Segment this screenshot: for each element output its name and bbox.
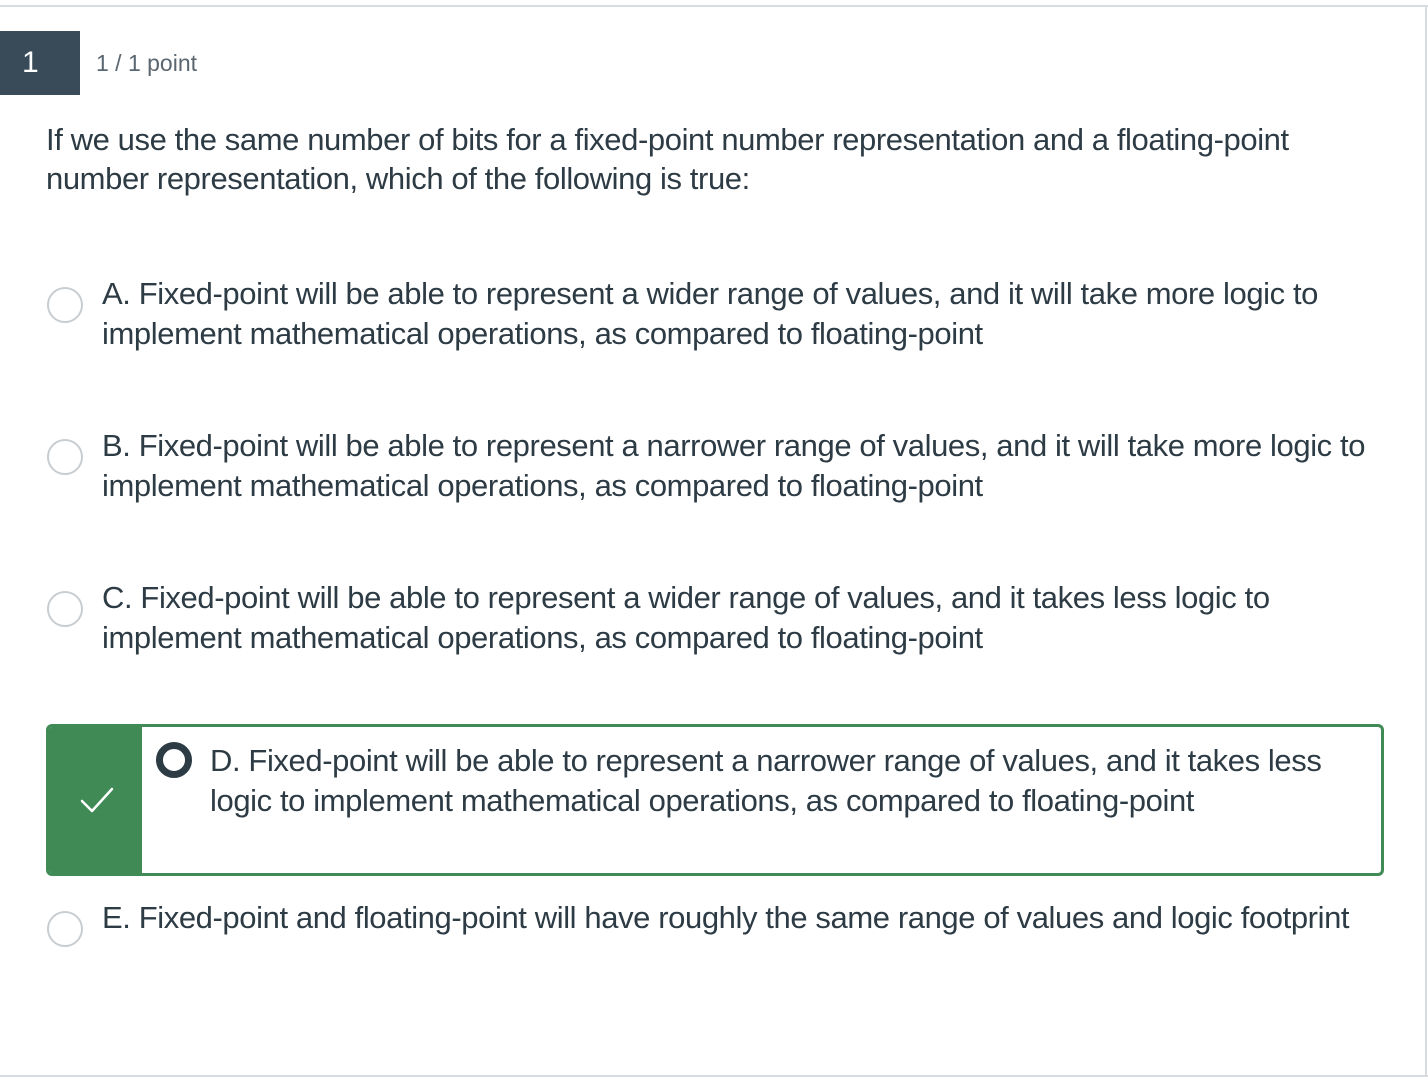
answer-label-b: B. Fixed-point will be able to represent… [102,428,1366,503]
question-number: 1 [0,31,80,95]
top-divider [0,5,1428,7]
answer-label-c: C. Fixed-point will be able to represent… [102,580,1270,655]
radio-option-b[interactable] [47,439,83,475]
radio-option-c[interactable] [47,591,83,627]
check-icon [80,787,114,813]
answer-label-e: E. Fixed-point and floating-point will h… [102,900,1350,935]
bottom-divider [0,1075,1428,1077]
radio-option-d[interactable] [156,742,192,778]
radio-option-a[interactable] [47,287,83,323]
radio-option-e[interactable] [47,911,83,947]
correct-answer-indicator [49,727,142,873]
answer-label-d: D. Fixed-point will be able to represent… [210,743,1322,818]
question-text: If we use the same number of bits for a … [46,122,1289,196]
right-divider [1425,5,1427,1077]
question-points: 1 / 1 point [96,50,198,76]
answer-label-a: A. Fixed-point will be able to represent… [102,276,1319,351]
answer-option-d[interactable]: D. Fixed-point will be able to represent… [46,724,1384,876]
